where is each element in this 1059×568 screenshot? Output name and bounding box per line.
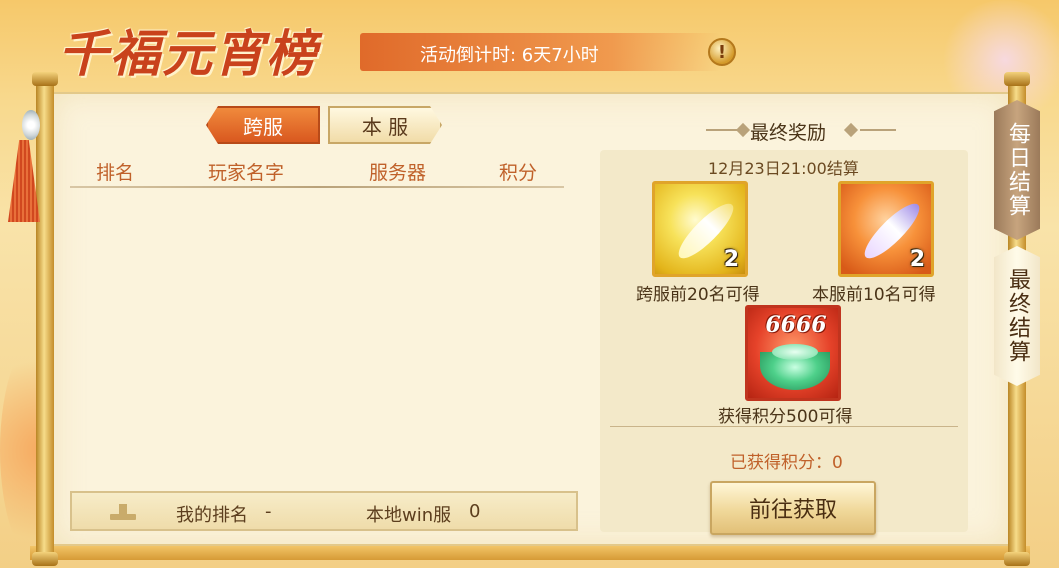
my-rank-bar — [70, 491, 578, 531]
reward-title: 最终奖励 — [750, 122, 827, 144]
jade-ingot-item[interactable]: 6666 — [745, 305, 841, 401]
tassel-knot — [22, 110, 40, 140]
my-rank-value: - — [265, 501, 272, 522]
info-icon[interactable]: ! — [708, 38, 736, 66]
tab-local-server[interactable]: 本 服 — [328, 106, 442, 144]
scroll-rod-left — [36, 76, 54, 562]
header-divider — [70, 186, 564, 188]
item-count: 2 — [723, 247, 739, 272]
scroll-bottom-edge — [30, 546, 1030, 560]
column-header-score: 积分 — [499, 162, 538, 184]
countdown-text: 活动倒计时: 6天7小时 — [420, 45, 599, 66]
settle-time: 12月23日21:00结算 — [708, 159, 859, 178]
column-header-rank: 排名 — [96, 162, 135, 184]
ranking-list[interactable] — [70, 192, 564, 482]
title-ornament-right — [860, 129, 896, 131]
jade-ingot-top — [772, 344, 818, 360]
my-server-name: 本地win服 — [366, 505, 452, 526]
podium-icon — [110, 502, 136, 520]
rod-cap — [32, 552, 58, 566]
item-count: 2 — [909, 247, 925, 272]
column-header-player-name: 玩家名字 — [208, 162, 285, 184]
earned-points: 已获得积分：0 — [730, 453, 843, 473]
side-tab-daily-settlement[interactable]: 每日结算 — [994, 100, 1040, 240]
item-points: 6666 — [765, 312, 827, 338]
reward-caption-points: 获得积分500可得 — [718, 407, 853, 427]
tab-cross-server[interactable]: 跨服 — [206, 106, 320, 144]
my-rank-label: 我的排名 — [176, 505, 248, 526]
my-server-score: 0 — [469, 501, 481, 522]
rod-cap — [1004, 552, 1030, 566]
purple-feather-item[interactable]: 2 — [838, 181, 934, 277]
reward-caption-cross-server: 跨服前20名可得 — [636, 285, 760, 305]
column-header-server: 服务器 — [369, 162, 427, 184]
reward-caption-local-server: 本服前10名可得 — [812, 285, 936, 305]
page-title: 千福元宵榜 — [58, 24, 318, 83]
go-obtain-button[interactable]: 前往获取 — [710, 481, 876, 535]
rod-cap — [1004, 72, 1030, 86]
rod-cap — [32, 72, 58, 86]
side-tab-final-settlement[interactable]: 最终结算 — [994, 246, 1040, 386]
reward-divider — [610, 426, 958, 427]
gold-feather-item[interactable]: 2 — [652, 181, 748, 277]
